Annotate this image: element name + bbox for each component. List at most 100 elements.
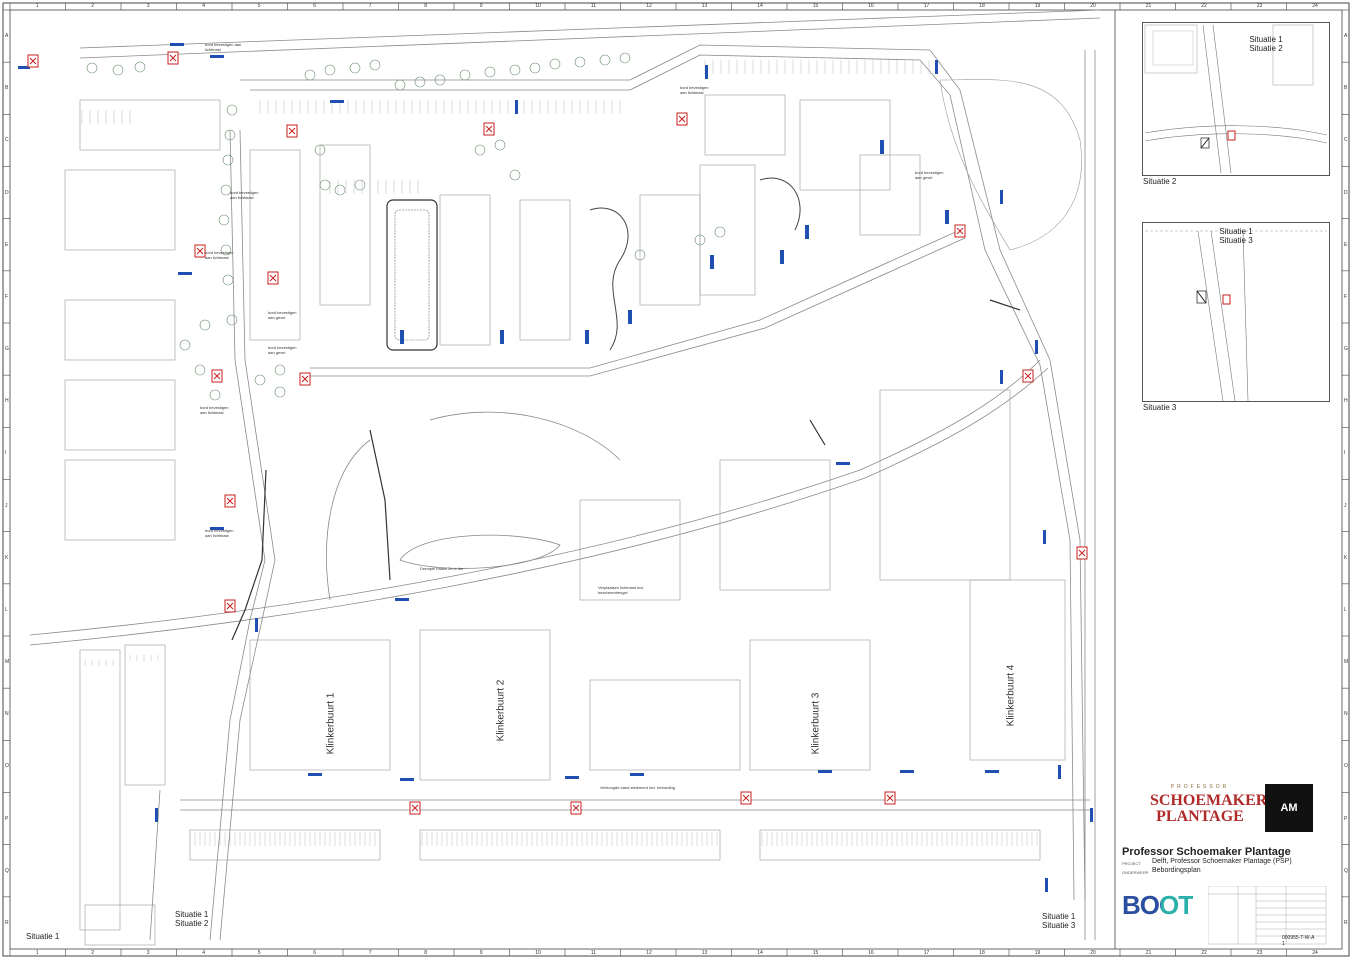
grid-column-label: 13 [701, 3, 708, 9]
annotation: bord bevestigen aan gevel [268, 310, 297, 320]
tree-symbol [222, 154, 234, 166]
garden-path-2 [759, 177, 801, 231]
grid-column-label: 24 [1312, 950, 1318, 956]
grid-column-label: 17 [923, 950, 930, 956]
parking-stripes [81, 60, 1038, 846]
tree-symbol [414, 76, 426, 88]
inset-situatie-2-title-2: Situatie 2 [1249, 44, 1283, 53]
grid-column-label: 3 [146, 3, 150, 9]
grid-column-label: 10 [535, 3, 541, 9]
grid-row-label: O [1344, 763, 1348, 770]
tree-symbol [619, 52, 631, 64]
grid-row-label: P [5, 815, 9, 822]
grid-column-label: 19 [1034, 3, 1041, 9]
blue-traffic-sign [400, 330, 404, 344]
grid-row-label: M [5, 659, 10, 666]
grid-column-label: 4 [202, 3, 206, 9]
tree-symbol [509, 64, 521, 76]
annotation: bord bevestigen aan lichtmast [205, 42, 242, 52]
annotation: bord bevestigen aan lichtmast [230, 190, 259, 200]
blue-traffic-sign [1000, 190, 1003, 204]
blue-traffic-sign [805, 225, 809, 239]
blue-traffic-sign [630, 773, 644, 776]
blue-traffic-sign [400, 778, 414, 781]
subject-label: ONDERWERP [1122, 870, 1149, 875]
grid-column-label: 21 [1145, 3, 1152, 9]
grid-row-label: I [5, 450, 7, 457]
blue-traffic-sign [900, 770, 914, 773]
grid-row-label: B [1344, 85, 1348, 92]
grid-column-label: 2 [91, 950, 95, 956]
building-blocks [64, 94, 1066, 946]
tree-symbol [494, 139, 506, 151]
grid-column-label: 7 [368, 3, 372, 9]
grid-row-label: E [1344, 241, 1348, 248]
blue-traffic-sign [1035, 340, 1038, 354]
blue-traffic-sign [836, 462, 850, 465]
tree-symbol [349, 62, 361, 74]
tree-symbol [549, 58, 561, 70]
blue-traffic-sign [395, 598, 409, 601]
inset-situatie-3-title-2: Situatie 3 [1219, 236, 1253, 245]
boot-logo: BOOT [1122, 890, 1194, 921]
blue-traffic-sign [1058, 765, 1061, 779]
grid-column-label: 16 [868, 950, 874, 956]
tree-symbol [319, 179, 331, 191]
grid-column-label: 24 [1312, 3, 1318, 9]
tree-symbol [199, 319, 211, 331]
blue-traffic-sign [945, 210, 949, 224]
blue-traffic-sign [818, 770, 832, 773]
tree-symbol [304, 69, 316, 81]
blue-traffic-sign [1000, 370, 1003, 384]
subject-value: Bebordingsplan [1152, 867, 1201, 874]
grid-column-label: 18 [979, 950, 985, 956]
grid-column-label: 1 [35, 950, 39, 956]
inset-situatie-2-title-1: Situatie 1 [1249, 35, 1283, 44]
project-value: Delft, Professor Schoemaker Plantage (PS… [1152, 858, 1292, 865]
grid-row-label: N [1344, 711, 1348, 718]
grid-column-label: 2 [91, 3, 95, 9]
grid-row-label: A [5, 33, 9, 40]
psp-logo: PROFESSOR SCHOEMAKER PLANTAGE [1150, 784, 1267, 830]
roads [29, 9, 1101, 941]
grid-column-label: 19 [1034, 950, 1041, 956]
grid-row-label: E [5, 241, 9, 248]
situatie-1-2-label-line1: Situatie 1 [175, 910, 209, 919]
grid-column-label: 5 [257, 3, 261, 9]
grid-column-label: 11 [590, 3, 596, 9]
grid-column-label: 11 [590, 950, 596, 956]
annotation: bord bevestigen aan lichtmast [200, 405, 229, 415]
grid-row-label: L [5, 606, 8, 613]
grid-column-label: 23 [1256, 3, 1263, 9]
grid-column-label: 21 [1145, 950, 1152, 956]
blue-traffic-sign [255, 618, 258, 632]
grid-column-label: 20 [1090, 3, 1096, 9]
situatie-1-3-label-line2: Situatie 3 [1042, 921, 1076, 930]
annotation: Verhoogde band stelement incl. bebording [600, 785, 675, 790]
tree-symbol [599, 54, 611, 66]
blue-traffic-sign [565, 776, 579, 779]
grid-column-label: 8 [424, 950, 428, 956]
grid-row-label: D [5, 189, 9, 196]
playground [386, 199, 438, 351]
grid-column-label: 8 [424, 3, 428, 9]
grid-row-label: K [5, 554, 9, 561]
inset-situatie-2: Situatie 1 Situatie 2 [1142, 22, 1330, 176]
grid-row-label: G [5, 346, 9, 353]
grid-row-label: H [1344, 398, 1348, 405]
boot-logo-text: BOOT [1122, 890, 1194, 920]
tree-symbol [222, 274, 234, 286]
tree-symbol [369, 59, 381, 71]
blue-traffic-sign [210, 55, 224, 58]
project-label: PROJECT [1122, 861, 1141, 866]
tree-symbol [218, 214, 230, 226]
grid-column-label: 14 [757, 3, 763, 9]
tree-symbol [274, 386, 286, 398]
inset-situatie-3-drawing [1145, 230, 1327, 401]
blue-traffic-sign [705, 65, 708, 79]
tree-symbol [324, 64, 336, 76]
blue-traffic-sign [935, 60, 938, 74]
sheet-number: 1 [1282, 941, 1285, 947]
tree-symbol [459, 69, 471, 81]
grid-column-label: 22 [1201, 950, 1207, 956]
